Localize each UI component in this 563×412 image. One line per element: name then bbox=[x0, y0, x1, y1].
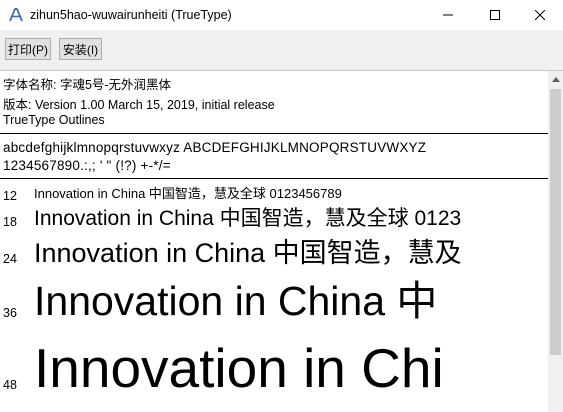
charset-digits-symbols: 1234567890.:,; ' " (!?) +-*/= bbox=[3, 158, 171, 173]
font-preview-area: 字体名称: 字魂5号-无外润黑体 版本: Version 1.00 March … bbox=[0, 71, 548, 412]
size-label: 12 bbox=[3, 189, 17, 203]
maximize-icon bbox=[490, 10, 500, 20]
font-name-line: 字体名称: 字魂5号-无外润黑体 bbox=[3, 78, 172, 92]
size-label: 48 bbox=[3, 378, 17, 392]
install-button[interactable]: 安装(I) bbox=[59, 38, 102, 60]
sample-text-24: Innovation in China 中国智造，慧及 bbox=[34, 238, 462, 268]
charset-letters: abcdefghijklmnopqrstuvwxyz ABCDEFGHIJKLM… bbox=[3, 140, 427, 155]
sample-text-48: Innovation in Chi bbox=[34, 337, 444, 399]
sample-text-18: Innovation in China 中国智造，慧及全球 0123 bbox=[34, 207, 462, 230]
size-label: 24 bbox=[3, 252, 17, 266]
scroll-up-button[interactable] bbox=[548, 71, 563, 88]
print-button[interactable]: 打印(P) bbox=[5, 38, 51, 60]
toolbar: 打印(P) 安装(I) bbox=[0, 30, 563, 71]
maximize-button[interactable] bbox=[472, 0, 518, 30]
divider bbox=[0, 133, 548, 134]
font-file-icon bbox=[8, 7, 24, 23]
vertical-scrollbar[interactable] bbox=[548, 71, 563, 412]
close-button[interactable] bbox=[517, 0, 563, 30]
close-icon bbox=[535, 10, 545, 20]
scroll-thumb[interactable] bbox=[550, 89, 561, 355]
window-title: zihun5hao-wuwairunheiti (TrueType) bbox=[30, 8, 232, 22]
sample-text-12: Innovation in China 中国智造，慧及全球 0123456789 bbox=[34, 186, 342, 201]
size-label: 18 bbox=[3, 215, 17, 229]
title-bar: zihun5hao-wuwairunheiti (TrueType) bbox=[0, 0, 563, 30]
font-type-line: TrueType Outlines bbox=[3, 113, 105, 127]
minimize-icon bbox=[443, 14, 453, 16]
minimize-button[interactable] bbox=[425, 0, 471, 30]
font-version-line: 版本: Version 1.00 March 15, 2019, initial… bbox=[3, 98, 275, 112]
size-label: 36 bbox=[3, 306, 17, 320]
chevron-up-icon bbox=[551, 77, 560, 82]
sample-text-36: Innovation in China 中 bbox=[34, 278, 438, 324]
divider bbox=[0, 178, 548, 179]
